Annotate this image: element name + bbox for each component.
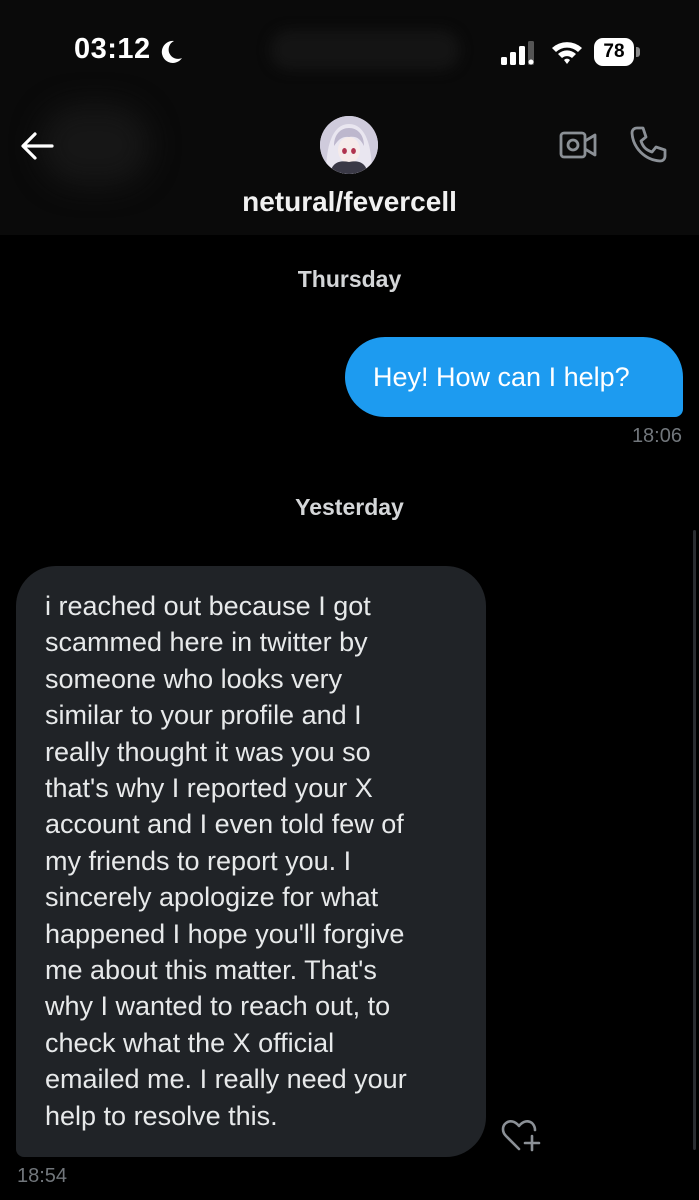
- received-message-bubble[interactable]: i reached out because I got scammed here…: [16, 566, 486, 1157]
- message-line: similar to your profile and I: [45, 700, 362, 731]
- message-line: account and I even told few of: [45, 809, 404, 840]
- blurred-region: [270, 30, 460, 70]
- battery-icon: 78: [594, 38, 634, 66]
- message-line: that's why I reported your X: [45, 773, 373, 804]
- date-separator: Thursday: [297, 266, 402, 292]
- status-bar: 03:12 78: [0, 0, 699, 100]
- message-line: emailed me. I really need your: [45, 1064, 407, 1095]
- moon-icon: [161, 40, 182, 63]
- conversation-header: netural/fevercell: [0, 100, 699, 235]
- message-line: someone who looks very: [45, 663, 343, 694]
- date-separator: Yesterday: [295, 494, 404, 520]
- message-timestamp: 18:54: [17, 1165, 68, 1187]
- message-line: check what the X official: [45, 1027, 335, 1058]
- message-line: help to resolve this.: [45, 1100, 278, 1131]
- sent-message-bubble[interactable]: Hey! How can I help?: [345, 337, 683, 417]
- message-line: happened I hope you'll forgive: [45, 918, 405, 949]
- battery-tip: [636, 47, 640, 57]
- message-line: i reached out because I got: [45, 591, 371, 621]
- avatar-image: [320, 116, 378, 174]
- add-reaction-icon[interactable]: [500, 1118, 542, 1154]
- message-timestamp: 18:06: [631, 425, 682, 447]
- blurred-region: [40, 105, 150, 185]
- scrollbar[interactable]: [693, 530, 696, 1150]
- back-arrow-icon[interactable]: [18, 127, 56, 165]
- message-line: my friends to report you. I: [45, 845, 352, 876]
- wifi-icon: [552, 42, 582, 64]
- message-line: why I wanted to reach out, to: [45, 991, 391, 1022]
- signal-icon: [501, 41, 534, 65]
- video-camera-icon[interactable]: [558, 126, 598, 164]
- status-time: 03:12: [74, 33, 151, 65]
- message-line: me about this matter. That's: [45, 955, 377, 986]
- message-line: scammed here in twitter by: [45, 627, 368, 658]
- message-line: sincerely apologize for what: [45, 882, 379, 913]
- avatar[interactable]: [320, 116, 378, 174]
- message-line: really thought it was you so: [45, 736, 371, 767]
- contact-name[interactable]: netural/fevercell: [0, 186, 699, 218]
- phone-icon[interactable]: [628, 124, 668, 164]
